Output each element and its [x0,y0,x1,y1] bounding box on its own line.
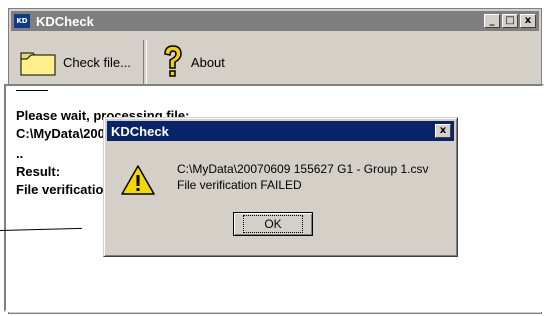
check-file-label: Check file... [63,54,131,70]
about-label: About [190,54,225,70]
app-icon: KD [14,14,30,28]
window-title: KDCheck [36,13,94,29]
dialog-close-button[interactable]: x [435,124,451,138]
ok-label: OK [243,215,303,233]
dialog-message-status: File verification FAILED [177,178,302,192]
check-file-button[interactable]: Check file... [11,39,139,85]
help-question-icon [164,45,182,77]
caption-buttons: _ □ x [484,14,536,28]
dialog-title-bar[interactable]: KDCheck x [107,121,454,141]
output-line-3: .. [16,146,24,161]
output-line-4: Result: [16,164,61,179]
close-button[interactable]: x [520,14,536,28]
about-button[interactable]: About [151,39,233,85]
dialog-title: KDCheck [111,123,169,139]
title-bar[interactable]: KD KDCheck _ □ x [11,11,539,31]
folder-icon [20,52,56,76]
ok-button[interactable]: OK [233,212,313,236]
warning-icon [121,165,155,195]
maximize-button[interactable]: □ [502,14,518,28]
toolbar: Check file... About [11,35,539,89]
message-dialog: KDCheck x C:\MyData\20070609 155627 G1 -… [103,117,458,257]
output-divider [16,90,48,91]
dialog-message-path: C:\MyData\20070609 155627 G1 - Group 1.c… [177,162,429,176]
minimize-button[interactable]: _ [484,14,500,28]
toolbar-separator [142,40,147,84]
